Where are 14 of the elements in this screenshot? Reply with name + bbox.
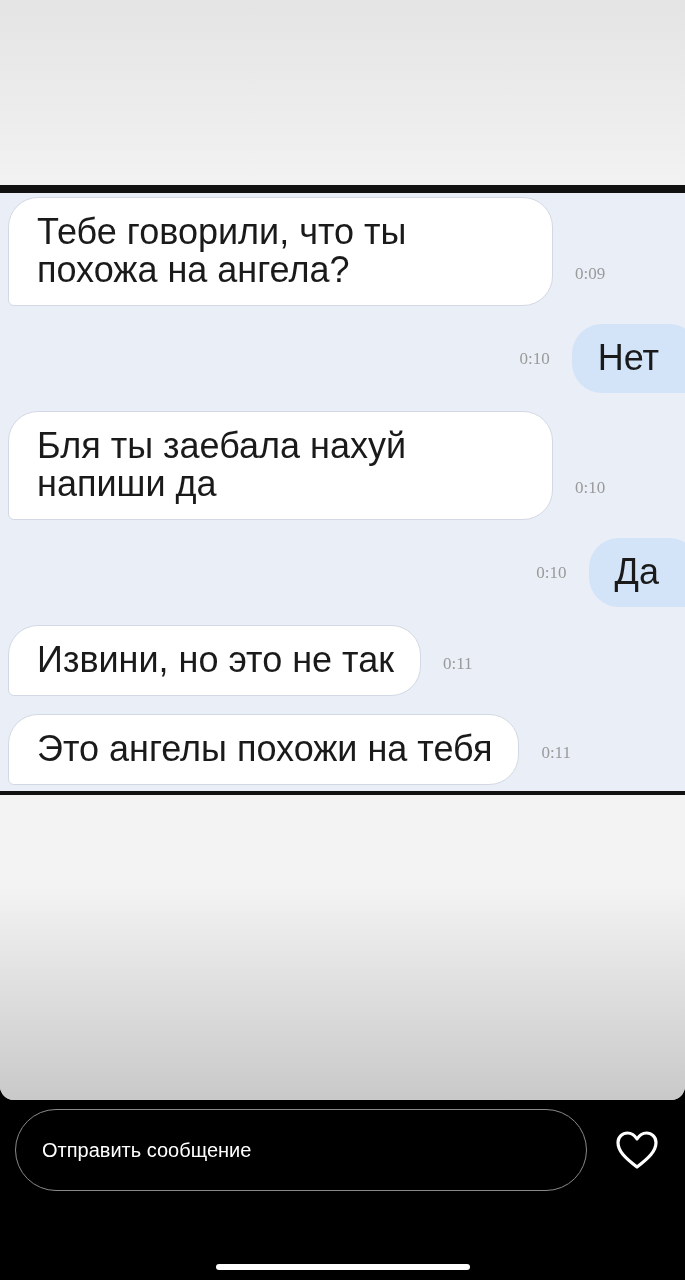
incoming-message-bubble: Бля ты заебала нахуй напиши да — [8, 411, 553, 520]
message-time: 0:09 — [575, 264, 606, 284]
message-field[interactable]: Отправить сообщение — [15, 1109, 587, 1191]
outgoing-message-bubble: Нет — [571, 324, 685, 393]
message-time: 0:11 — [541, 743, 571, 763]
incoming-message-bubble: Тебе говорили, что ты похожа на ангела? — [8, 197, 553, 306]
incoming-message-bubble: Извини, но это не так — [8, 625, 421, 696]
message-time: 0:10 — [575, 478, 606, 498]
heart-icon[interactable] — [615, 1130, 659, 1170]
outgoing-message-bubble: Да — [588, 538, 685, 607]
incoming-message-bubble: Это ангелы похожи на тебя — [8, 714, 520, 785]
message-time: 0:10 — [536, 562, 567, 583]
message-time: 0:10 — [519, 348, 550, 369]
message-time: 0:11 — [442, 654, 473, 674]
